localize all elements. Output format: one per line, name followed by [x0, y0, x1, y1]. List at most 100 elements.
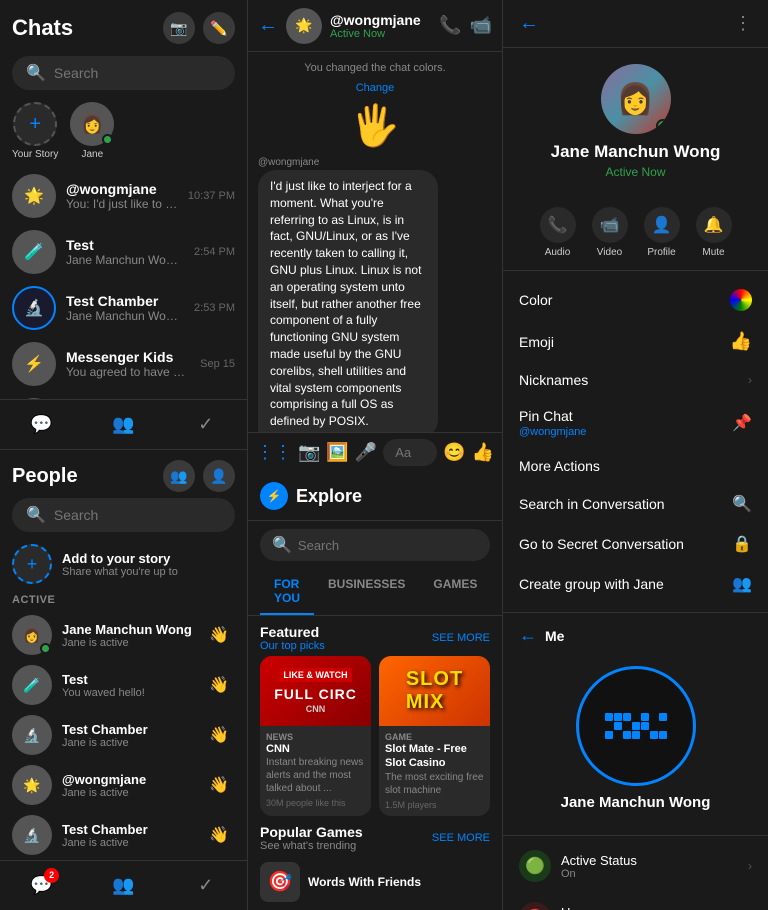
see-more-popular[interactable]: SEE MORE: [432, 832, 490, 844]
chat-time: 10:37 PM: [188, 190, 235, 202]
chat-item[interactable]: 🧪 Test Jane Manchun Wong sent an actio..…: [0, 224, 247, 280]
more-options-icon[interactable]: ⋮: [734, 13, 752, 34]
chats-search-input[interactable]: [54, 65, 221, 81]
chat-item[interactable]: ⚡ Messenger Kids You agreed to have Mess…: [0, 336, 247, 392]
color-menu-item[interactable]: Color: [503, 279, 768, 321]
camera-button[interactable]: 📷: [163, 12, 195, 44]
chat-item[interactable]: 🌟 @wongmjane You: I'd just like to inter…: [0, 168, 247, 224]
explore-content: Featured Our top picks SEE MORE LIKE & W…: [248, 616, 502, 910]
call-icon[interactable]: 📞: [439, 15, 461, 36]
active-status-item[interactable]: 🟢 Active Status On ›: [503, 840, 768, 892]
tab-businesses[interactable]: BUSINESSES: [314, 569, 419, 615]
settings-sub: On: [561, 868, 637, 880]
chats-bottom-nav: 💬 👥 ✓: [0, 399, 247, 449]
explore-search[interactable]: 🔍: [260, 529, 490, 561]
people-item[interactable]: 👩 Jane Manchun Wong Jane is active 👋: [0, 610, 247, 660]
people-item[interactable]: 🔬 Test Chamber Jane is active 👋: [0, 810, 247, 860]
chat-header-info: @wongmjane Active Now: [330, 12, 431, 40]
chat-info: Messenger Kids You agreed to have Messen…: [66, 349, 190, 379]
secret-conversation-menu-item[interactable]: Go to Secret Conversation 🔒: [503, 524, 768, 564]
chat-time: 2:53 PM: [194, 302, 235, 314]
popular-section: Popular Games See what's trending SEE MO…: [260, 824, 490, 908]
profile-button[interactable]: 👤 Profile: [644, 207, 680, 258]
chats-search-bar[interactable]: 🔍: [12, 56, 235, 90]
search-icon: 🔍: [26, 505, 46, 525]
like-icon[interactable]: 👍: [472, 442, 494, 463]
people-search-bar[interactable]: 🔍: [12, 498, 235, 532]
back-button[interactable]: ←: [258, 14, 278, 37]
tab-for-you[interactable]: FOR YOU: [260, 569, 314, 615]
emoji-menu-item[interactable]: Emoji 👍: [503, 321, 768, 362]
emoji-icon[interactable]: 😊: [443, 442, 465, 463]
explore-search-input[interactable]: [298, 538, 478, 553]
game-item[interactable]: 🎯 Words With Friends: [260, 856, 490, 908]
wave-button[interactable]: 👋: [203, 769, 235, 801]
menu-list: Color Emoji 👍 Nicknames ›: [503, 271, 768, 613]
nav-chats-icon[interactable]: 💬: [27, 411, 55, 439]
online-dot: [40, 643, 51, 654]
wave-button[interactable]: 👋: [203, 719, 235, 751]
featured-sub: Our top picks: [260, 640, 325, 652]
create-group-label: Create group with Jane: [519, 576, 664, 592]
message-input-wrapper[interactable]: [383, 439, 437, 466]
add-story-row[interactable]: + Add to your story Share what you're up…: [0, 538, 247, 590]
me-back-arrow[interactable]: ←: [519, 625, 537, 646]
nav-chats-icon[interactable]: 💬 2: [27, 872, 55, 900]
chat-item[interactable]: 🌟 @wongmjane Jane voted for "1" in the p…: [0, 392, 247, 399]
see-more-featured[interactable]: SEE MORE: [432, 632, 490, 644]
people-search-input[interactable]: [54, 507, 221, 523]
slot-card[interactable]: SLOTMIX GAME Slot Mate - Free Slot Casin…: [379, 656, 490, 816]
create-group-menu-item[interactable]: Create group with Jane 👥: [503, 564, 768, 604]
add-story-btn[interactable]: +: [13, 102, 57, 146]
wave-button[interactable]: 👋: [203, 669, 235, 701]
add-person-button[interactable]: 👤: [203, 460, 235, 492]
more-actions-menu-item[interactable]: More Actions: [503, 448, 768, 484]
chat-info: Test Chamber Jane Manchun Wong sent an a…: [66, 293, 184, 323]
people-item[interactable]: 🌟 @wongmjane Jane is active 👋: [0, 760, 247, 810]
nicknames-menu-item[interactable]: Nicknames ›: [503, 362, 768, 398]
active-label: ACTIVE: [0, 590, 247, 610]
nav-people-icon[interactable]: 👥: [109, 411, 137, 439]
back-arrow-button[interactable]: ←: [519, 12, 539, 35]
system-change[interactable]: Change: [258, 82, 492, 94]
more-actions-label: More Actions: [519, 458, 600, 474]
people-item[interactable]: 🧪 Test You waved hello! 👋: [0, 660, 247, 710]
search-icon: 🔍: [732, 494, 752, 514]
camera-icon[interactable]: 📷: [298, 442, 320, 463]
search-conversation-label: Search in Conversation: [519, 496, 665, 512]
settings-left: 🔴 Username m.me/: [519, 902, 621, 910]
image-icon[interactable]: 🖼️: [326, 442, 348, 463]
pin-chat-menu-item[interactable]: Pin Chat @wongmjane 📌: [503, 398, 768, 448]
cnn-card[interactable]: LIKE & WATCH FULL CIRC CNN NEWS CNN Inst…: [260, 656, 371, 816]
grid-icon[interactable]: ⋮⋮: [256, 442, 292, 463]
audio-button[interactable]: 📞 Audio: [540, 207, 576, 258]
wave-button[interactable]: 👋: [203, 819, 235, 851]
video-icon[interactable]: 📹: [470, 15, 492, 36]
slot-card-image: SLOTMIX: [379, 656, 490, 726]
search-conversation-menu-item[interactable]: Search in Conversation 🔍: [503, 484, 768, 524]
video-button[interactable]: 📹 Video: [592, 207, 628, 258]
wave-button[interactable]: 👋: [203, 619, 235, 651]
mute-button[interactable]: 🔔 Mute: [696, 207, 732, 258]
message-input[interactable]: [395, 445, 425, 460]
tab-games[interactable]: GAMES: [419, 569, 491, 615]
your-story-item[interactable]: + Your Story: [12, 102, 58, 160]
new-group-button[interactable]: 👥: [163, 460, 195, 492]
color-label: Color: [519, 292, 552, 308]
chats-header: Chats 📷 ✏️: [0, 0, 247, 52]
people-name: Test Chamber: [62, 822, 193, 837]
people-item[interactable]: 🔬 Test Chamber Jane is active 👋: [0, 710, 247, 760]
profile-status: Active Now: [605, 165, 665, 179]
jane-story-item[interactable]: 👩 Jane: [70, 102, 114, 160]
qr-name: Jane Manchun Wong: [561, 794, 711, 811]
msg-author: @wongmjane: [258, 157, 319, 168]
chat-item[interactable]: 🔬 Test Chamber Jane Manchun Wong sent an…: [0, 280, 247, 336]
username-item[interactable]: 🔴 Username m.me/ ›: [503, 892, 768, 910]
card-desc: The most exciting free slot machine: [385, 771, 484, 797]
nav-requests-icon[interactable]: ✓: [192, 411, 220, 439]
compose-button[interactable]: ✏️: [203, 12, 235, 44]
nav-people-icon[interactable]: 👥: [109, 872, 137, 900]
nav-requests-icon[interactable]: ✓: [192, 872, 220, 900]
menu-left: Nicknames: [519, 372, 588, 388]
mic-icon[interactable]: 🎤: [355, 442, 377, 463]
